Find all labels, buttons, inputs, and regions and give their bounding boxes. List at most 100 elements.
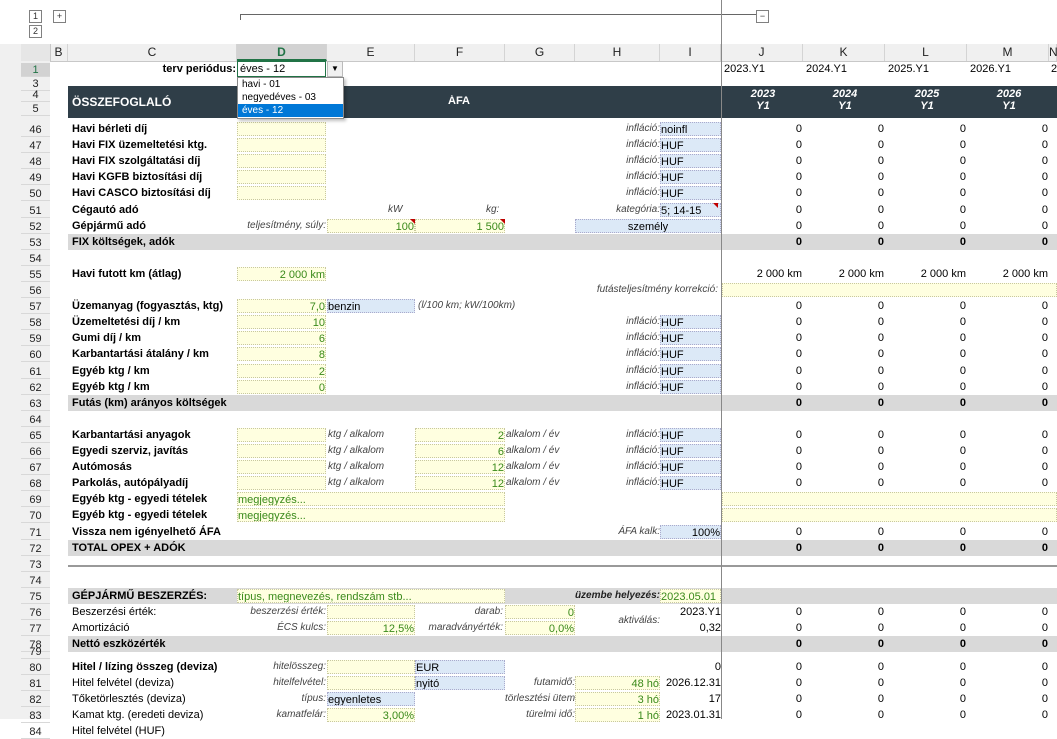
column-header-F[interactable]: F (415, 44, 505, 61)
row-header-49[interactable]: 49 (21, 171, 50, 186)
param-value[interactable]: HUF (660, 331, 721, 346)
input-cell[interactable] (237, 154, 326, 169)
period-select[interactable]: éves - 12 (237, 61, 326, 77)
period-option-havi[interactable]: havi - 01 (238, 78, 343, 91)
loan-input[interactable]: 3,00% (327, 708, 415, 723)
row-header-71[interactable]: 71 (21, 526, 50, 540)
note-input[interactable]: megjegyzés... (237, 508, 505, 523)
frequency-input[interactable]: 6 (415, 444, 505, 458)
custom-items-area[interactable] (722, 508, 1057, 523)
loan-input[interactable]: egyenletes (327, 691, 415, 706)
param-value[interactable]: 5; 14-15 (660, 202, 721, 217)
depreciation-rate-input[interactable]: 12,5% (327, 621, 415, 636)
param-value[interactable]: HUF (660, 427, 721, 442)
row-header-81[interactable]: 81 (21, 677, 50, 691)
column-header-G[interactable]: G (505, 44, 575, 61)
column-header-H[interactable]: H (575, 44, 660, 61)
row-header-57[interactable]: 57 (21, 300, 50, 315)
row-header-64[interactable]: 64 (21, 413, 50, 427)
input-cell[interactable] (237, 138, 326, 153)
column-header-B[interactable]: B (50, 44, 68, 61)
param-value[interactable]: HUF (660, 154, 721, 169)
note-input[interactable]: megjegyzés... (237, 492, 505, 507)
row-header-73[interactable]: 73 (21, 558, 50, 572)
row-header-76[interactable]: 76 (21, 606, 50, 620)
row-header-60[interactable]: 60 (21, 348, 50, 363)
frequency-input[interactable]: 12 (415, 476, 505, 491)
cost-input[interactable] (237, 444, 326, 458)
param-value[interactable]: HUF (660, 347, 721, 362)
collapse-minus-icon[interactable]: − (756, 10, 769, 23)
outline-level-1-button[interactable]: 1 (29, 10, 42, 23)
row-header-54[interactable]: 54 (21, 252, 50, 266)
column-header-E[interactable]: E (327, 44, 415, 61)
loan-input[interactable] (327, 659, 415, 674)
input-cell[interactable] (237, 186, 326, 201)
param-value[interactable]: HUF (660, 138, 721, 153)
loan-term-input[interactable]: 48 hó (575, 675, 660, 690)
km-input[interactable]: 2 000 km (237, 266, 326, 281)
param-value[interactable]: személy (575, 218, 721, 233)
column-header-I[interactable]: I (660, 44, 721, 61)
column-header-N[interactable]: N (1049, 44, 1057, 61)
loan-term-input[interactable]: 1 hó (575, 708, 660, 723)
param-value[interactable]: HUF (660, 379, 721, 394)
row-header-80[interactable]: 80 (21, 661, 50, 675)
column-header-M[interactable]: M (967, 44, 1049, 61)
perf-input[interactable]: 100 (327, 218, 415, 233)
loan-input[interactable] (327, 675, 415, 690)
loan-term-input[interactable]: 3 hó (575, 691, 660, 706)
row-header-72[interactable]: 72 (21, 542, 50, 556)
cost-input[interactable] (237, 476, 326, 491)
param-value[interactable]: noinfl (660, 122, 721, 136)
row-header-61[interactable]: 61 (21, 365, 50, 379)
row-header-5[interactable]: 5 (21, 102, 50, 116)
fuel-type[interactable]: benzin (327, 299, 415, 314)
row-header-83[interactable]: 83 (21, 709, 50, 724)
row-header-70[interactable]: 70 (21, 509, 50, 524)
cost-input[interactable] (237, 427, 326, 442)
param-value[interactable]: HUF (660, 460, 721, 475)
commission-date[interactable]: 2023.05.01 (660, 588, 721, 603)
column-header-K[interactable]: K (803, 44, 885, 61)
row-header-82[interactable]: 82 (21, 693, 50, 707)
consumption-input[interactable]: 7,0 (237, 299, 326, 314)
column-header-C[interactable]: C (68, 44, 237, 61)
row-header-65[interactable]: 65 (21, 429, 50, 443)
correction-input[interactable] (722, 283, 1057, 297)
rate-input[interactable]: 8 (237, 347, 326, 362)
period-option-negyedeves[interactable]: negyedéves - 03 (238, 91, 343, 104)
row-header-77[interactable]: 77 (21, 622, 50, 637)
vehicle-description-input[interactable]: típus, megnevezés, rendszám stb... (237, 588, 505, 603)
quantity-input[interactable]: 0 (505, 605, 575, 619)
column-header-L[interactable]: L (885, 44, 967, 61)
period-dropdown-list[interactable]: havi - 01 negyedéves - 03 éves - 12 (237, 77, 344, 119)
custom-items-area[interactable] (722, 492, 1057, 507)
period-option-eves[interactable]: éves - 12 (238, 104, 343, 117)
dropdown-arrow-icon[interactable]: ▼ (327, 61, 343, 77)
row-header-58[interactable]: 58 (21, 316, 50, 331)
row-header-55[interactable]: 55 (21, 268, 50, 282)
outline-level-2-button[interactable]: 2 (29, 25, 42, 38)
row-header-79[interactable]: 79 (21, 645, 50, 659)
row-header-67[interactable]: 67 (21, 461, 50, 476)
input-cell[interactable] (237, 122, 326, 136)
row-header-84[interactable]: 84 (21, 725, 50, 739)
currency-select[interactable]: nyitó (415, 675, 505, 690)
row-header-62[interactable]: 62 (21, 381, 50, 395)
expand-plus-icon[interactable]: + (53, 10, 66, 23)
input-cell[interactable] (237, 170, 326, 185)
param-value[interactable]: HUF (660, 170, 721, 185)
select-all-corner[interactable] (21, 44, 51, 61)
rate-input[interactable]: 2 (237, 363, 326, 378)
frequency-input[interactable]: 2 (415, 427, 505, 442)
row-header-69[interactable]: 69 (21, 493, 50, 508)
column-header-J[interactable]: J (721, 44, 803, 61)
weight-input[interactable]: 1 500 (415, 218, 505, 233)
param-value[interactable]: HUF (660, 315, 721, 330)
row-header-68[interactable]: 68 (21, 477, 50, 492)
row-header-66[interactable]: 66 (21, 445, 50, 459)
frequency-input[interactable]: 12 (415, 460, 505, 475)
param-value[interactable]: HUF (660, 476, 721, 491)
residual-value-input[interactable]: 0,0% (505, 621, 575, 636)
